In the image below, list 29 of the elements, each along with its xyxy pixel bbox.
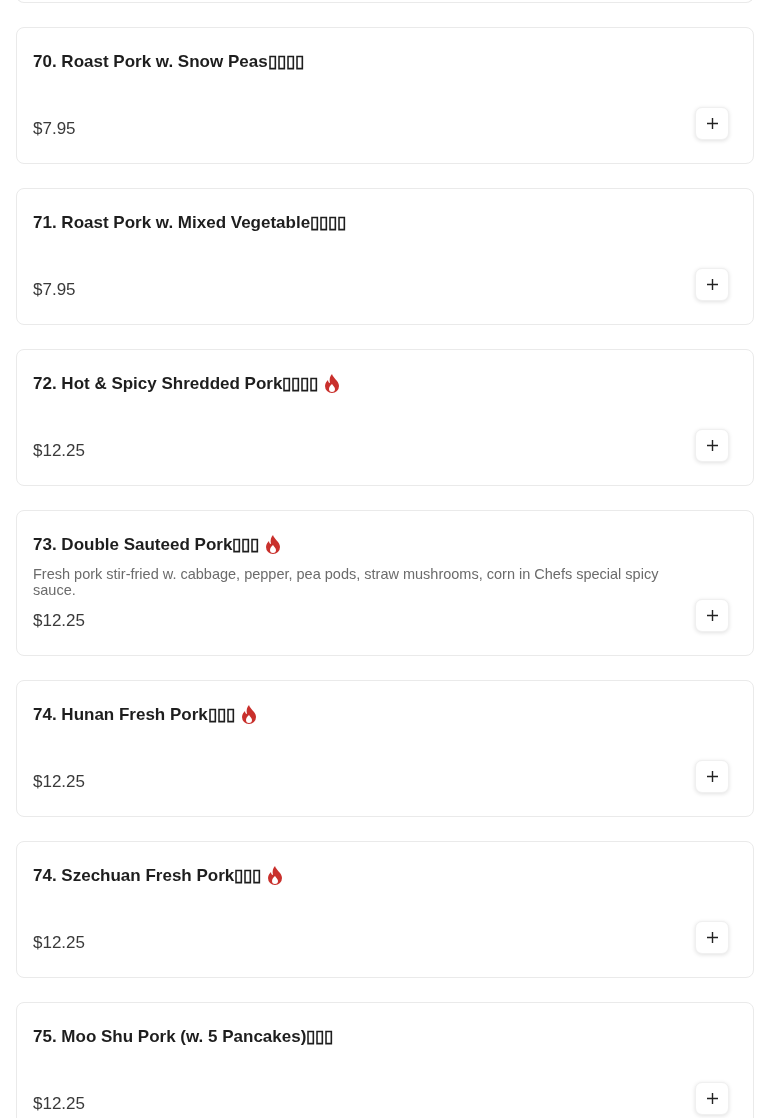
item-title: 74. Szechuan Fresh Pork▯▯▯ [33,865,262,887]
item-title: 73. Double Sauteed Pork▯▯▯ [33,534,260,556]
item-price: $12.25 [33,932,85,952]
item-title: 72. Hot & Spicy Shredded Pork▯▯▯▯ [33,373,319,395]
plus-icon [706,279,718,290]
item-price: $12.25 [33,610,85,630]
plus-icon [706,610,718,621]
item-title: 74. Hunan Fresh Pork▯▯▯ [33,704,235,726]
add-button[interactable] [695,268,729,301]
add-button[interactable] [695,599,729,632]
plus-icon [706,771,718,782]
item-price: $7.95 [33,279,76,299]
plus-icon [706,440,718,451]
item-description: Fresh pork stir-fried w. cabbage, pepper, pea pods, straw mushrooms, corn in Chefs special spicy sauce. [33,565,660,598]
add-button[interactable] [695,107,729,140]
item-title: 70. Roast Pork w. Snow Peas▯▯▯▯ [33,51,304,73]
item-title: 71. Roast Pork w. Mixed Vegetable▯▯▯▯ [33,212,347,234]
plus-icon [706,932,718,943]
item-title: 75. Moo Shu Pork (w. 5 Pancakes)▯▯▯ [33,1026,334,1048]
add-button[interactable] [695,760,729,793]
item-price: $12.25 [33,1093,85,1113]
item-price: $7.95 [33,118,76,138]
add-button[interactable] [695,921,729,954]
add-button[interactable] [695,429,729,462]
item-price: $12.25 [33,440,85,460]
add-button[interactable] [695,1082,729,1115]
plus-icon [706,1093,718,1104]
item-price: $12.25 [33,771,85,791]
plus-icon [706,118,718,129]
